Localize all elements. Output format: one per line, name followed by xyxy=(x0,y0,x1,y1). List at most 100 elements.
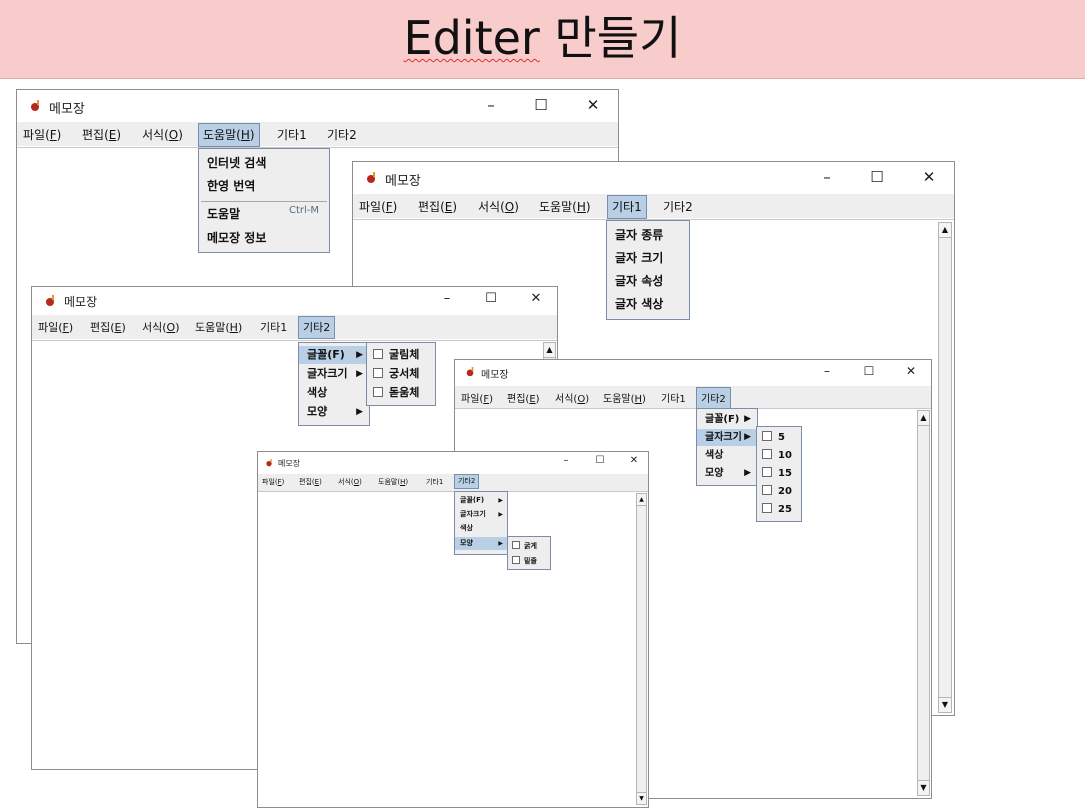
menu-item-size-20[interactable]: 20 xyxy=(757,483,801,500)
menu-item-color[interactable]: 색상 xyxy=(697,447,757,464)
menu-etc2[interactable]: 기타2 xyxy=(454,474,480,489)
close-button[interactable]: ✕ xyxy=(919,168,939,186)
menu-file[interactable]: 파일(F) xyxy=(23,126,61,143)
menu-etc2[interactable]: 기타2 xyxy=(327,126,357,143)
menu-edit[interactable]: 편집(E) xyxy=(90,319,126,335)
menu-item-size[interactable]: 글자크기 ▶ xyxy=(299,365,369,383)
notepad-window-etc2-shape[interactable]: 메모장 – ☐ ✕ 파일(F) 편집(E) 서식(O) 도움말(H) 기타1 기… xyxy=(257,451,649,808)
menu-format[interactable]: 서식(O) xyxy=(142,126,183,143)
checkbox-icon[interactable] xyxy=(762,503,772,513)
menu-item-size-25[interactable]: 25 xyxy=(757,501,801,518)
text-area[interactable] xyxy=(258,491,648,807)
menu-item-about[interactable]: 메모장 정보 xyxy=(199,229,329,249)
menu-help[interactable]: 도움말(H) xyxy=(198,123,260,147)
menu-item-color[interactable]: 색상 xyxy=(299,384,369,402)
menu-file[interactable]: 파일(F) xyxy=(359,198,397,215)
checkbox-icon[interactable] xyxy=(762,485,772,495)
menu-format[interactable]: 서식(O) xyxy=(478,198,519,215)
checkbox-icon[interactable] xyxy=(373,387,383,397)
menu-item-shape[interactable]: 모양 ▶ xyxy=(299,403,369,421)
minimize-button[interactable]: – xyxy=(817,364,837,378)
scroll-up-icon[interactable]: ▲ xyxy=(544,343,555,358)
checkbox-icon[interactable] xyxy=(373,349,383,359)
menu-item-shape[interactable]: 모양 ▶ xyxy=(455,537,507,550)
maximize-button[interactable]: ☐ xyxy=(531,96,551,114)
vertical-scrollbar[interactable]: ▲ ▼ xyxy=(938,222,952,713)
maximize-button[interactable]: ☐ xyxy=(859,364,879,378)
checkbox-icon[interactable] xyxy=(512,541,520,549)
menu-item-font-color[interactable]: 글자 색상 xyxy=(607,295,689,315)
menu-item-dotum[interactable]: 돋움체 xyxy=(367,384,435,402)
scroll-up-icon[interactable]: ▲ xyxy=(918,411,929,426)
menu-etc2[interactable]: 기타2 xyxy=(696,387,731,409)
vertical-scrollbar[interactable]: ▲ ▼ xyxy=(636,493,647,805)
menu-etc1[interactable]: 기타1 xyxy=(607,195,647,219)
scroll-up-icon[interactable]: ▲ xyxy=(637,494,646,506)
menu-item-font-type[interactable]: 글자 종류 xyxy=(607,226,689,246)
menu-file[interactable]: 파일(F) xyxy=(38,319,73,335)
menu-item-font-size[interactable]: 글자 크기 xyxy=(607,249,689,269)
scroll-down-icon[interactable]: ▼ xyxy=(637,792,646,804)
menu-item-font[interactable]: 글꼴(F) ▶ xyxy=(455,494,507,507)
menu-item-size[interactable]: 글자크기 ▶ xyxy=(455,508,507,521)
menu-file[interactable]: 파일(F) xyxy=(461,390,493,405)
menu-item-internet-search[interactable]: 인터넷 검색 xyxy=(199,154,329,174)
scroll-down-icon[interactable]: ▼ xyxy=(939,697,951,712)
checkbox-icon[interactable] xyxy=(512,556,520,564)
menu-help[interactable]: 도움말(H) xyxy=(539,198,591,215)
minimize-button[interactable]: – xyxy=(817,168,837,186)
menu-format[interactable]: 서식(O) xyxy=(338,477,362,487)
menu-format[interactable]: 서식(O) xyxy=(142,319,180,335)
checkbox-icon[interactable] xyxy=(762,431,772,441)
close-button[interactable]: ✕ xyxy=(624,455,644,466)
title-bar[interactable]: 메모장 – ☐ ✕ xyxy=(17,90,618,122)
menu-edit[interactable]: 편집(E) xyxy=(299,477,322,487)
menu-item-gulim[interactable]: 굴림체 xyxy=(367,346,435,364)
menu-help[interactable]: 도움말(H) xyxy=(195,319,242,335)
close-button[interactable]: ✕ xyxy=(583,96,603,114)
vertical-scrollbar[interactable]: ▲ ▼ xyxy=(917,410,930,796)
menu-etc1[interactable]: 기타1 xyxy=(260,319,287,335)
menu-etc1[interactable]: 기타1 xyxy=(426,477,443,487)
menu-edit[interactable]: 편집(E) xyxy=(507,390,540,405)
title-bar[interactable]: 메모장 – ☐ ✕ xyxy=(353,162,954,194)
menu-item-bold[interactable]: 굵게 xyxy=(508,539,550,553)
minimize-button[interactable]: – xyxy=(481,96,501,114)
title-bar[interactable]: 메모장 – ☐ ✕ xyxy=(32,287,557,315)
checkbox-icon[interactable] xyxy=(762,467,772,477)
menu-etc2[interactable]: 기타2 xyxy=(298,316,336,339)
checkbox-icon[interactable] xyxy=(762,449,772,459)
scroll-up-icon[interactable]: ▲ xyxy=(939,223,951,238)
title-bar[interactable]: 메모장 – ☐ ✕ xyxy=(455,360,931,386)
menu-help[interactable]: 도움말(H) xyxy=(603,390,646,405)
checkbox-icon[interactable] xyxy=(373,368,383,378)
menu-item-underline[interactable]: 밑줄 xyxy=(508,554,550,568)
menu-item-font[interactable]: 글꼴(F) ▶ xyxy=(697,411,757,428)
menu-etc1[interactable]: 기타1 xyxy=(661,390,686,405)
close-button[interactable]: ✕ xyxy=(526,291,546,306)
maximize-button[interactable]: ☐ xyxy=(867,168,887,186)
maximize-button[interactable]: ☐ xyxy=(590,455,610,466)
menu-etc1[interactable]: 기타1 xyxy=(277,126,307,143)
menu-etc2[interactable]: 기타2 xyxy=(663,198,693,215)
menu-item-translate[interactable]: 한영 번역 xyxy=(199,177,329,197)
scroll-down-icon[interactable]: ▼ xyxy=(918,780,929,795)
menu-edit[interactable]: 편집(E) xyxy=(82,126,121,143)
minimize-button[interactable]: – xyxy=(437,291,457,306)
menu-item-color[interactable]: 색상 xyxy=(455,522,507,535)
menu-item-size-15[interactable]: 15 xyxy=(757,465,801,482)
menu-edit[interactable]: 편집(E) xyxy=(418,198,457,215)
maximize-button[interactable]: ☐ xyxy=(481,291,501,306)
menu-item-font[interactable]: 글꼴(F) ▶ xyxy=(299,346,369,364)
minimize-button[interactable]: – xyxy=(556,455,576,466)
menu-format[interactable]: 서식(O) xyxy=(555,390,589,405)
menu-item-size[interactable]: 글자크기 ▶ xyxy=(697,429,757,446)
menu-item-size-5[interactable]: 5 xyxy=(757,429,801,446)
menu-item-shape[interactable]: 모양 ▶ xyxy=(697,465,757,482)
menu-help[interactable]: 도움말(H) xyxy=(378,477,408,487)
title-bar[interactable]: 메모장 – ☐ ✕ xyxy=(258,452,648,474)
menu-file[interactable]: 파일(F) xyxy=(262,477,284,487)
close-button[interactable]: ✕ xyxy=(901,364,921,378)
menu-item-font-attr[interactable]: 글자 속성 xyxy=(607,272,689,292)
menu-item-gungseo[interactable]: 궁서체 xyxy=(367,365,435,383)
